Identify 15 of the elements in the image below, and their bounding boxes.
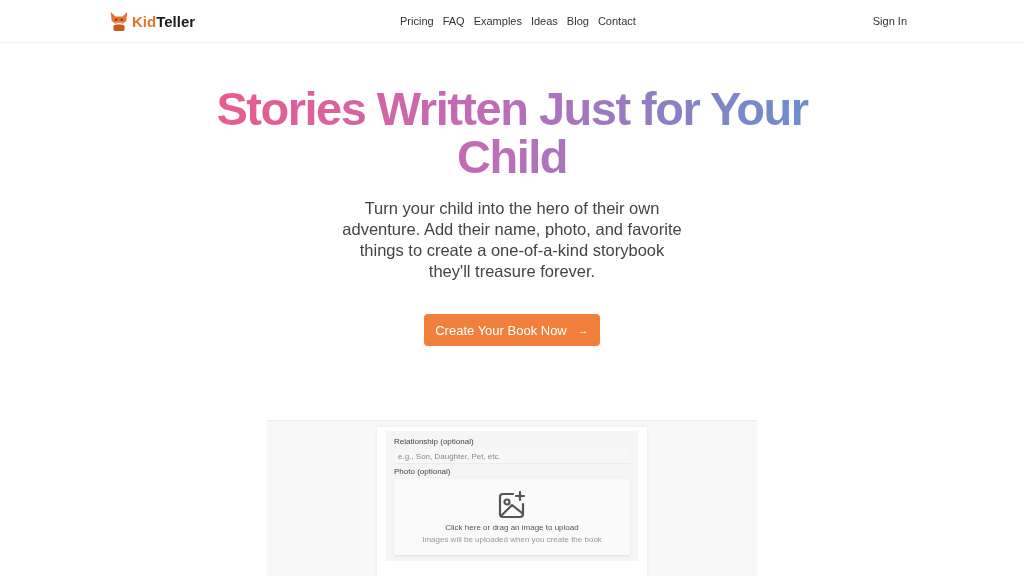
field-label: Photo (optional) bbox=[394, 467, 452, 476]
nav-link[interactable]: Blog bbox=[566, 15, 589, 27]
nav-link[interactable]: FAQ bbox=[442, 15, 465, 27]
upload-note: Images will be uploaded when you create the book bbox=[422, 535, 602, 544]
add-image-icon bbox=[497, 490, 527, 520]
nav-link[interactable]: Contact bbox=[597, 15, 636, 27]
nav-link[interactable]: Pricing bbox=[400, 15, 434, 27]
upload-text: Click here or drag an image to upload bbox=[445, 523, 579, 532]
nav-link[interactable]: Examples bbox=[473, 15, 522, 27]
sign-in-link[interactable]: Sign In bbox=[872, 15, 907, 27]
upload-area[interactable]: Click here or drag an image to upload Images will be uploaded when you create the book bbox=[394, 479, 630, 555]
brand-name[interactable]: KidTeller bbox=[132, 12, 196, 30]
field-label: Relationship (optional) bbox=[394, 437, 475, 446]
nav-link[interactable]: Ideas bbox=[530, 15, 558, 27]
hero-subtitle: Turn your child into the hero of their own adventure. Add their name, photo, and favorite things to create a one-of-a-kind storybook they'll treasure forever. bbox=[341, 198, 683, 282]
